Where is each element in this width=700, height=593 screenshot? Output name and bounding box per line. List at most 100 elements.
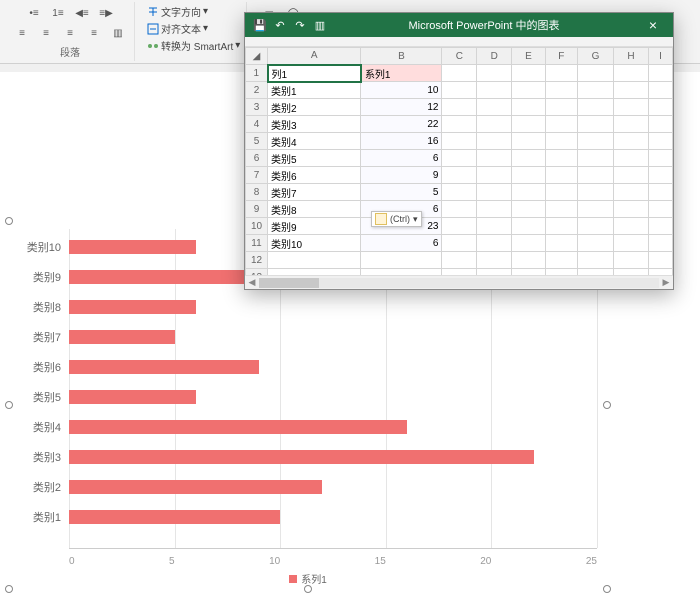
cell[interactable]: 类别9 <box>268 218 361 235</box>
excel-titlebar[interactable]: 💾 ↶ ↷ ▥ Microsoft PowerPoint 中的图表 × <box>245 13 673 37</box>
cell[interactable] <box>512 99 546 116</box>
undo-icon[interactable]: ↶ <box>273 18 287 32</box>
cell[interactable] <box>648 235 672 252</box>
cell[interactable] <box>577 235 613 252</box>
chart-bar[interactable]: 类别2 <box>69 473 597 501</box>
cell[interactable] <box>512 116 546 133</box>
cell[interactable] <box>512 65 546 82</box>
indent-decrease-button[interactable]: ◀≡ <box>72 4 92 22</box>
chart-bar[interactable]: 类别7 <box>69 323 597 351</box>
cell[interactable] <box>477 133 512 150</box>
cell[interactable] <box>577 82 613 99</box>
cell[interactable] <box>648 218 672 235</box>
row-header[interactable]: 5 <box>246 133 268 150</box>
cell[interactable] <box>614 235 649 252</box>
cell[interactable]: 类别10 <box>268 235 361 252</box>
cell[interactable] <box>577 150 613 167</box>
cell[interactable] <box>545 116 577 133</box>
cell[interactable] <box>545 252 577 269</box>
cell[interactable]: 6 <box>361 150 442 167</box>
align-center-button[interactable]: ≡ <box>36 24 56 42</box>
cell[interactable] <box>477 235 512 252</box>
bullets-button[interactable]: •≡ <box>24 4 44 22</box>
resize-handle[interactable] <box>304 585 312 593</box>
col-header[interactable]: F <box>545 48 577 65</box>
cell[interactable] <box>477 218 512 235</box>
cell[interactable]: 列1 <box>268 65 361 82</box>
justify-button[interactable]: ≡ <box>84 24 104 42</box>
cell[interactable] <box>477 99 512 116</box>
cell[interactable] <box>614 82 649 99</box>
cell[interactable] <box>545 235 577 252</box>
cell[interactable] <box>512 150 546 167</box>
cell[interactable] <box>442 201 477 218</box>
cell[interactable] <box>512 82 546 99</box>
cell[interactable] <box>648 252 672 269</box>
row-header[interactable]: 7 <box>246 167 268 184</box>
cell[interactable] <box>512 133 546 150</box>
excel-grid[interactable]: ◢ABCDEFGHI1列1系列12类别1103类别2124类别3225类别416… <box>245 47 673 275</box>
cell[interactable]: 类别5 <box>268 150 361 167</box>
cell[interactable] <box>614 184 649 201</box>
cell[interactable] <box>545 167 577 184</box>
row-header[interactable]: 4 <box>246 116 268 133</box>
cell[interactable] <box>614 150 649 167</box>
align-left-button[interactable]: ≡ <box>12 24 32 42</box>
chart-bar[interactable]: 类别8 <box>69 293 597 321</box>
cell[interactable] <box>442 99 477 116</box>
row-header[interactable]: 1 <box>246 65 268 82</box>
cell[interactable]: 9 <box>361 167 442 184</box>
cell[interactable] <box>648 184 672 201</box>
cell[interactable] <box>477 65 512 82</box>
cell[interactable] <box>545 218 577 235</box>
cell[interactable] <box>545 150 577 167</box>
resize-handle[interactable] <box>603 585 611 593</box>
cell[interactable] <box>442 133 477 150</box>
align-text-button[interactable]: 对齐文本 ▾ <box>147 21 208 36</box>
cell[interactable] <box>648 167 672 184</box>
cell[interactable] <box>477 150 512 167</box>
chart-bar[interactable]: 类别3 <box>69 443 597 471</box>
cell[interactable]: 类别2 <box>268 99 361 116</box>
cell[interactable] <box>512 235 546 252</box>
cell[interactable] <box>577 116 613 133</box>
redo-icon[interactable]: ↷ <box>293 18 307 32</box>
resize-handle[interactable] <box>5 401 13 409</box>
cell[interactable] <box>545 133 577 150</box>
col-header[interactable]: D <box>477 48 512 65</box>
cell[interactable] <box>442 150 477 167</box>
cell[interactable] <box>577 184 613 201</box>
cell[interactable] <box>477 82 512 99</box>
cell[interactable] <box>442 252 477 269</box>
row-header[interactable]: 11 <box>246 235 268 252</box>
cell[interactable] <box>545 99 577 116</box>
cell[interactable] <box>614 201 649 218</box>
cell[interactable]: 5 <box>361 184 442 201</box>
cell[interactable] <box>442 235 477 252</box>
col-header[interactable]: B <box>361 48 442 65</box>
save-icon[interactable]: 💾 <box>253 18 267 32</box>
cell[interactable] <box>361 252 442 269</box>
cell[interactable]: 6 <box>361 235 442 252</box>
cell[interactable] <box>477 184 512 201</box>
cell[interactable] <box>545 65 577 82</box>
cell[interactable] <box>648 201 672 218</box>
resize-handle[interactable] <box>5 585 13 593</box>
cell[interactable] <box>614 218 649 235</box>
text-direction-button[interactable]: 文字方向 ▾ <box>147 4 208 19</box>
close-button[interactable]: × <box>633 17 673 33</box>
select-all-cell[interactable]: ◢ <box>246 48 268 65</box>
row-header[interactable]: 3 <box>246 99 268 116</box>
paste-options-button[interactable]: (Ctrl) ▾ <box>371 211 422 227</box>
scroll-track[interactable] <box>259 278 659 288</box>
cell[interactable] <box>442 218 477 235</box>
row-header[interactable]: 2 <box>246 82 268 99</box>
cell[interactable] <box>648 82 672 99</box>
cell[interactable]: 16 <box>361 133 442 150</box>
col-header[interactable]: C <box>442 48 477 65</box>
row-header[interactable]: 6 <box>246 150 268 167</box>
cell[interactable] <box>577 65 613 82</box>
cell[interactable] <box>577 201 613 218</box>
cell[interactable] <box>512 218 546 235</box>
cell[interactable] <box>614 99 649 116</box>
